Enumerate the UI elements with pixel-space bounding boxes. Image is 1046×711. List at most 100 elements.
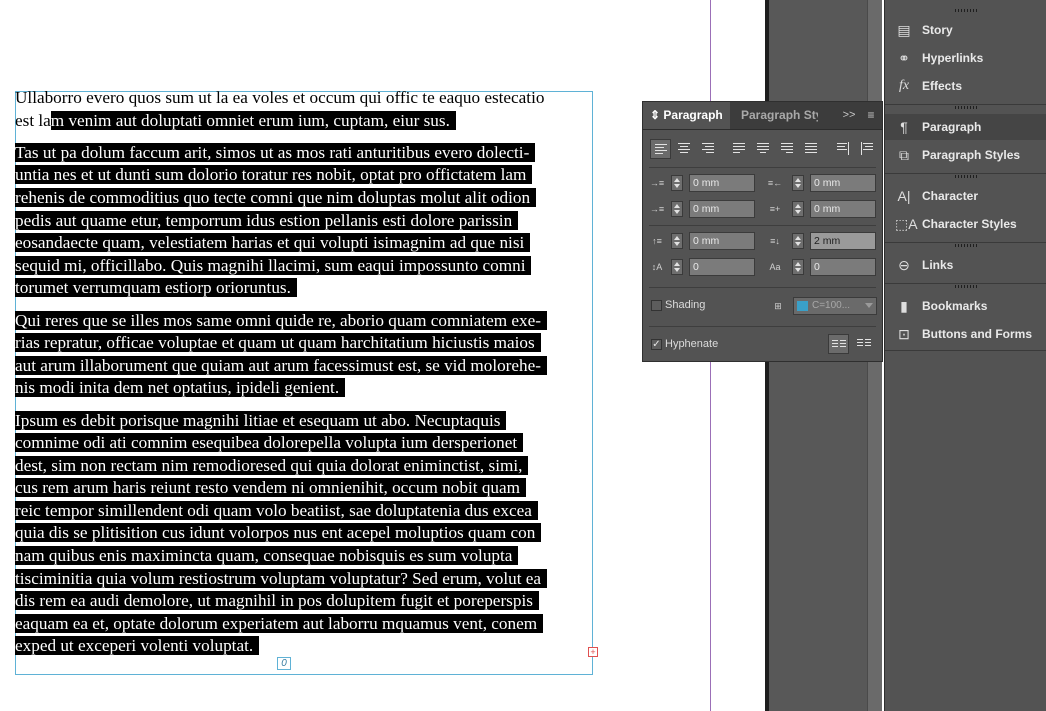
selected-text[interactable]: m venim aut doluptati omniet erum ium, c… [51,111,456,130]
justify-center-button[interactable] [753,139,774,159]
first-line-indent-field[interactable]: 0 mm [689,200,755,218]
selected-text[interactable]: eosandaecte quam, velestiatem harias et … [15,233,530,252]
drop-cap-chars-stepper[interactable] [792,259,804,275]
left-indent-stepper[interactable] [671,175,683,191]
selected-text[interactable]: nis modi inita dem net optatius, ipideli… [15,378,345,397]
text-line[interactable]: dest, sim non rectam nim remodioresed qu… [15,455,595,478]
dock-grip[interactable] [955,106,977,109]
text-line[interactable]: sequid mi, officillabo. Quis magnihi lla… [15,255,595,278]
right-indent-stepper[interactable] [792,175,804,191]
hyphenate-checkbox[interactable]: ✓ [651,339,662,350]
dock-item-effects[interactable]: fx Effects [885,73,1046,99]
dock-item-buttons-and-forms[interactable]: ⊡ Buttons and Forms [885,321,1046,347]
text-line[interactable]: eaquam ea et, optate dolorum experiatem … [15,613,595,636]
tab-paragraph[interactable]: ⇕ Paragraph [643,102,730,129]
selected-text[interactable]: aut arum illaborument que quiam aut arum… [15,356,547,375]
text-paragraph[interactable]: Ipsum es debit porisque magnihi litiae e… [15,410,595,659]
text-paragraph[interactable]: Tas ut pa dolum faccum arit, simos ut as… [15,142,595,300]
tab-paragraph-styles[interactable]: Paragraph Sty [730,102,818,129]
selected-text[interactable]: comnime odi ati comnim esequibea dolorep… [15,433,523,452]
shading-checkbox[interactable] [651,300,662,311]
justify-all-button[interactable] [801,139,822,159]
selected-text[interactable]: eaquam ea et, optate dolorum experiatem … [15,614,543,633]
text-line[interactable]: eosandaecte quam, velestiatem harias et … [15,232,595,255]
text-line[interactable]: dis rem ea audi demolore, ut magnihil in… [15,590,595,613]
unselected-text[interactable]: Ullaborro evero quos sum ut la ea voles … [15,88,544,107]
dock-item-paragraph-styles[interactable]: ⧉ Paragraph Styles [885,142,1046,168]
text-line[interactable]: reic tempor simillendent odi quam volo b… [15,500,595,523]
selected-text[interactable]: rias repratur, officae voluptae et quam … [15,333,541,352]
text-line[interactable]: Tas ut pa dolum faccum arit, simos ut as… [15,142,595,165]
panel-menu-icon[interactable]: ≡ [862,102,880,129]
dock-item-story[interactable]: ▤ Story [885,17,1046,43]
text-line[interactable]: untia nes et ut dunti sum dolorio toratu… [15,164,595,187]
selected-text[interactable]: nam quibus enis maximincta quam, consequ… [15,546,518,565]
text-frame-in-port[interactable]: 0 [277,657,291,670]
dock-grip[interactable] [955,244,977,247]
text-line[interactable]: Qui reres que se illes mos same omni qui… [15,310,595,333]
selected-text[interactable]: dis rem ea audi demolore, ut magnihil in… [15,591,539,610]
selected-text[interactable]: Qui reres que se illes mos same omni qui… [15,311,547,330]
dock-item-character[interactable]: A| Character [885,183,1046,209]
text-line[interactable]: rias repratur, officae voluptae et quam … [15,332,595,355]
align-right-button[interactable] [698,139,719,159]
text-line[interactable]: cus rem arum haris reiunt resto vendem n… [15,477,595,500]
left-indent-field[interactable]: 0 mm [689,174,755,192]
text-line[interactable]: nis modi inita dem net optatius, ipideli… [15,377,595,400]
space-after-field[interactable]: 2 mm [810,232,876,250]
selected-text[interactable]: quia dis se plitisition cus idunt volorp… [15,523,541,542]
selected-text[interactable]: cus rem arum haris reiunt resto vendem n… [15,478,526,497]
selected-text[interactable]: exped ut exceperi volenti voluptat. [15,636,259,655]
dock-item-paragraph[interactable]: ¶ Paragraph [885,114,1046,140]
text-line[interactable]: aut arum illaborument que quiam aut arum… [15,355,595,378]
selected-text[interactable]: reic tempor simillendent odi quam volo b… [15,501,538,520]
space-before-stepper[interactable] [671,233,683,249]
text-line[interactable]: exped ut exceperi volenti voluptat. [15,635,595,658]
selected-text[interactable]: untia nes et ut dunti sum dolorio toratu… [15,165,532,184]
selected-text[interactable]: dest, sim non rectam nim remodioresed qu… [15,456,528,475]
align-left-button[interactable] [650,139,671,159]
unselected-text[interactable]: est la [15,111,51,130]
text-line[interactable]: tisciminitia quia volum restiostrum volu… [15,568,595,591]
text-line[interactable]: Ipsum es debit porisque magnihi litiae e… [15,410,595,433]
selected-text[interactable]: Ipsum es debit porisque magnihi litiae e… [15,411,506,430]
dock-item-links[interactable]: ⊖ Links [885,252,1046,278]
text-paragraph[interactable]: Qui reres que se illes mos same omni qui… [15,310,595,400]
text-line[interactable]: quia dis se plitisition cus idunt volorp… [15,522,595,545]
align-away-from-spine-button[interactable] [857,139,878,159]
selected-text[interactable]: rehenis de commoditius quo tecte comni q… [15,188,536,207]
last-line-indent-stepper[interactable] [792,201,804,217]
dock-grip[interactable] [955,175,977,178]
shading-settings-icon[interactable]: ⊞ [769,298,787,314]
justify-right-button[interactable] [777,139,798,159]
text-line[interactable]: Ullaborro evero quos sum ut la ea voles … [15,87,595,110]
last-line-indent-field[interactable]: 0 mm [810,200,876,218]
space-after-stepper[interactable] [792,233,804,249]
dock-item-bookmarks[interactable]: ▮ Bookmarks [885,293,1046,319]
single-line-composer-button[interactable] [828,334,849,354]
text-frame-content[interactable]: Ullaborro evero quos sum ut la ea voles … [15,87,595,668]
space-before-field[interactable]: 0 mm [689,232,755,250]
selected-text[interactable]: tisciminitia quia volum restiostrum volu… [15,569,547,588]
selected-text[interactable]: sequid mi, officillabo. Quis magnihi lla… [15,256,531,275]
text-line[interactable]: nam quibus enis maximincta quam, consequ… [15,545,595,568]
collapse-panel-icon[interactable]: >> [840,102,858,129]
selected-text[interactable]: torumet verrumquam estiorp orioruntus. [15,278,297,297]
selected-text[interactable]: pedis aut quame etur, temporrum idus est… [15,211,518,230]
text-line[interactable]: torumet verrumquam estiorp orioruntus. [15,277,595,300]
drop-cap-lines-field[interactable]: 0 [689,258,755,276]
right-indent-field[interactable]: 0 mm [810,174,876,192]
dock-grip[interactable] [955,285,977,288]
shading-color-dropdown[interactable]: C=100... [793,297,877,315]
dock-item-character-styles[interactable]: ⬚A Character Styles [885,211,1046,237]
text-line[interactable]: pedis aut quame etur, temporrum idus est… [15,210,595,233]
drop-cap-lines-stepper[interactable] [671,259,683,275]
justify-left-button[interactable] [729,139,750,159]
text-line[interactable]: est lam venim aut doluptati omniet erum … [15,110,595,133]
text-paragraph[interactable]: Ullaborro evero quos sum ut la ea voles … [15,87,595,132]
paragraph-composer-button[interactable] [854,334,875,354]
selected-text[interactable]: Tas ut pa dolum faccum arit, simos ut as… [15,143,535,162]
text-frame-overset-out-port[interactable]: + [588,647,598,657]
dock-grip[interactable] [955,9,977,12]
text-line[interactable]: rehenis de commoditius quo tecte comni q… [15,187,595,210]
